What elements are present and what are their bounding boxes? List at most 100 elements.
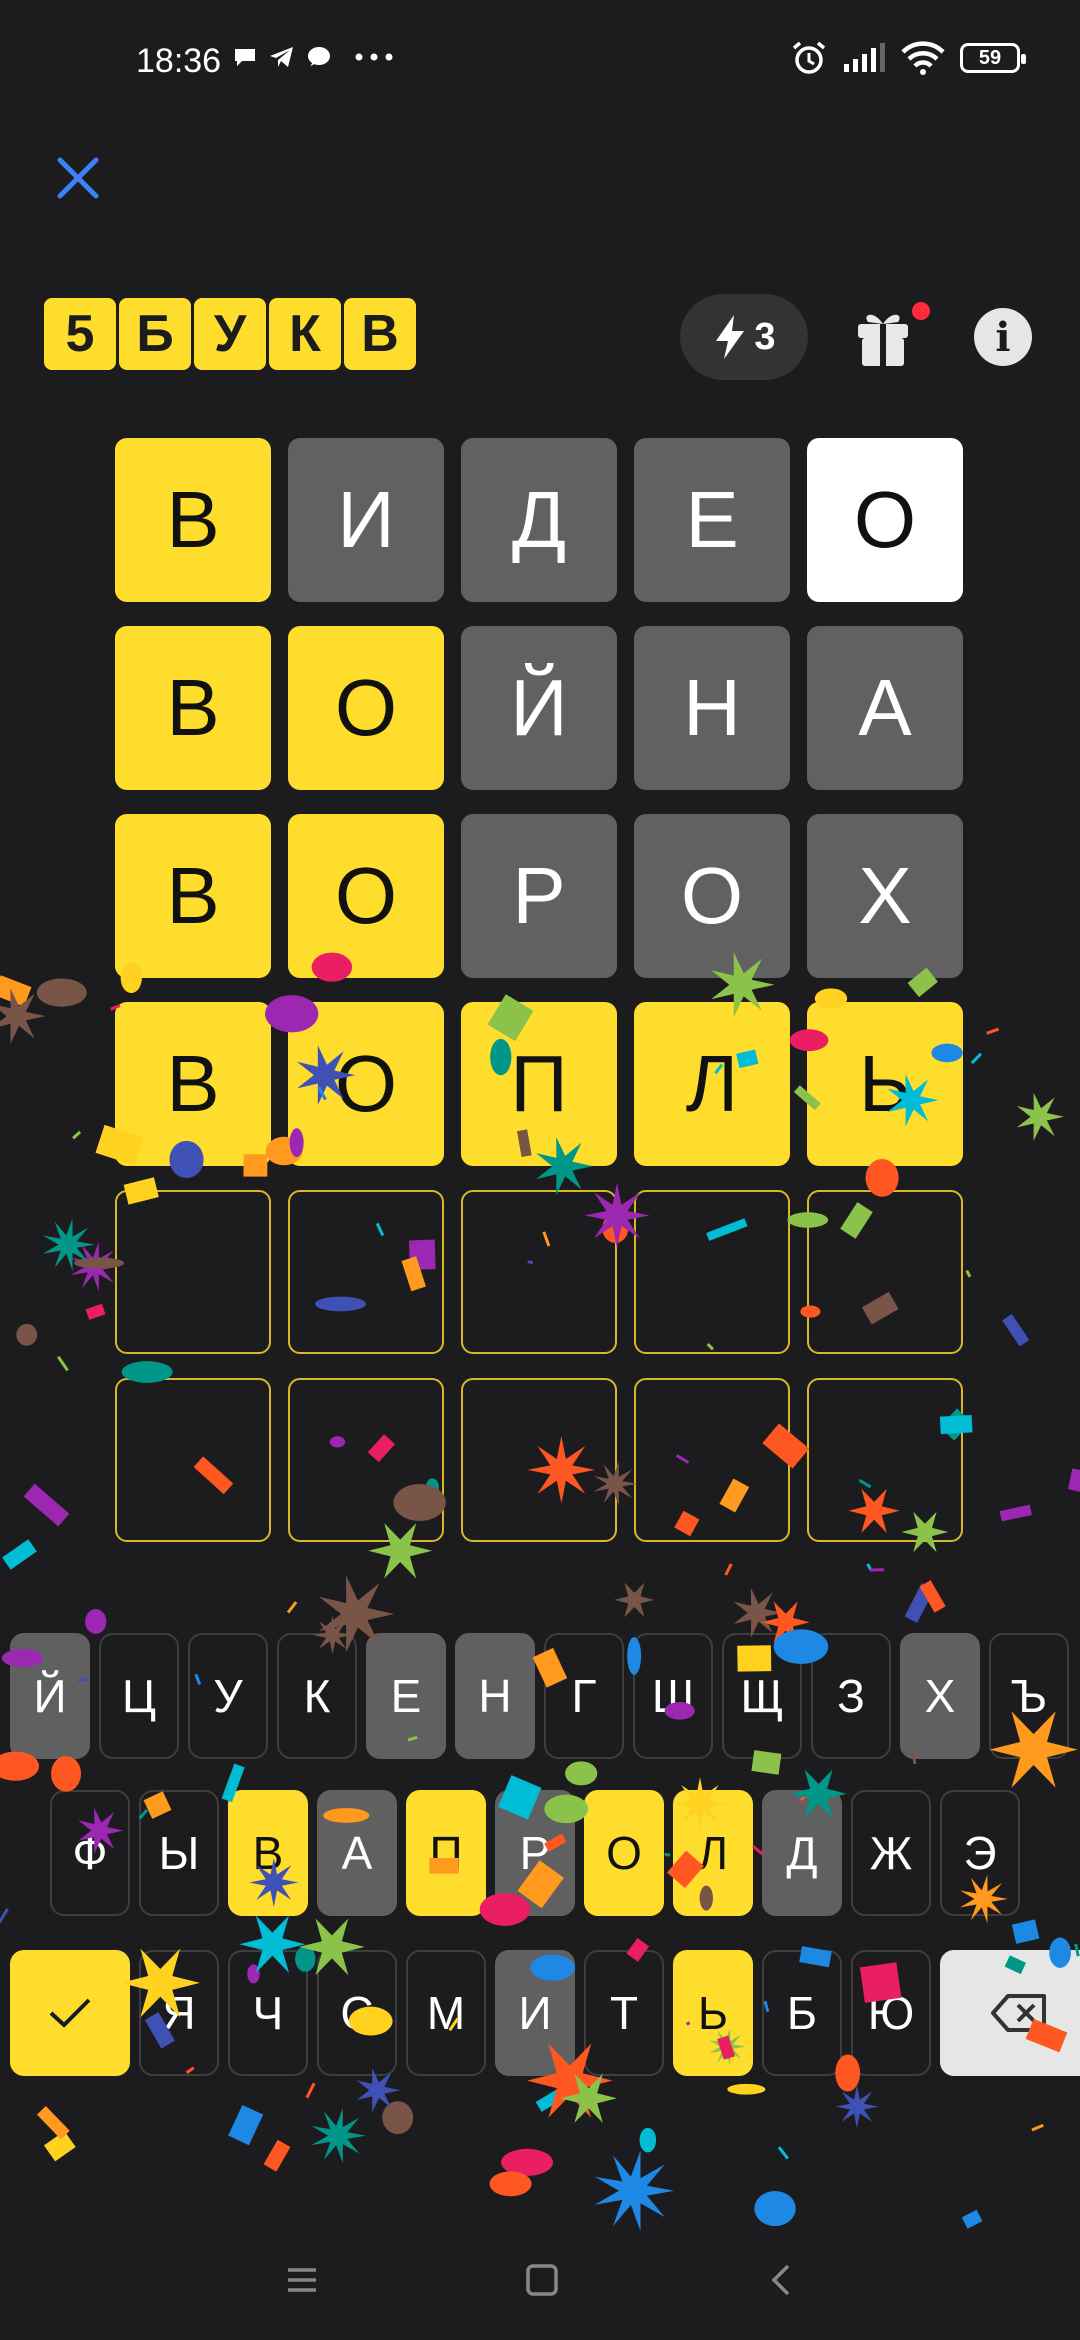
key-Ы[interactable]: Ы — [139, 1790, 219, 1916]
confetti-streamer — [305, 2082, 316, 2099]
key-З[interactable]: З — [811, 1633, 891, 1759]
confetti-streamer — [986, 1027, 1000, 1035]
key-Ш[interactable]: Ш — [633, 1633, 713, 1759]
back-icon[interactable] — [760, 2258, 804, 2302]
confetti-star — [1016, 1092, 1064, 1141]
confetti-piece — [43, 2130, 76, 2162]
confetti-streamer — [777, 2146, 789, 2160]
battery-level: 59 — [978, 46, 1002, 69]
key-Й[interactable]: Й — [10, 1633, 90, 1759]
more-dots-icon — [355, 53, 393, 61]
key-Э[interactable]: Э — [940, 1790, 1020, 1916]
board-row: ВОЙНА — [115, 626, 967, 790]
letter-tile: Д — [461, 438, 617, 602]
confetti-piece — [639, 2127, 657, 2153]
key-В[interactable]: В — [228, 1790, 308, 1916]
confetti-piece — [51, 1755, 82, 1792]
key-Ч[interactable]: Ч — [228, 1950, 308, 2076]
key-К[interactable]: К — [277, 1633, 357, 1759]
confetti-piece — [919, 1580, 946, 1613]
key-У[interactable]: У — [188, 1633, 268, 1759]
menu-icon[interactable] — [280, 2258, 324, 2302]
status-time: 18:36 — [136, 42, 222, 80]
confetti-streamer — [0, 1908, 9, 1924]
confetti-piece — [535, 2083, 574, 2112]
key-Л[interactable]: Л — [673, 1790, 753, 1916]
key-О[interactable]: О — [584, 1790, 664, 1916]
backspace-key[interactable] — [940, 1950, 1080, 2076]
letter-tile: Л — [634, 1002, 790, 1166]
chat-bubble-icon — [235, 49, 255, 66]
game-board: ВИДЕОВОЙНАВОРОХВОПЛЬ — [115, 438, 967, 1566]
confetti-star — [835, 2085, 879, 2129]
letter-tile: Х — [807, 814, 963, 978]
confetti-piece — [382, 2101, 414, 2135]
key-Г[interactable]: Г — [544, 1633, 624, 1759]
key-Я[interactable]: Я — [139, 1950, 219, 2076]
key-Р[interactable]: Р — [495, 1790, 575, 1916]
letter-tile: И — [288, 438, 444, 602]
key-Щ[interactable]: Щ — [722, 1633, 802, 1759]
letter-tile: О — [288, 626, 444, 790]
confetti-piece — [36, 2106, 70, 2140]
confetti-streamer — [1031, 2123, 1044, 2132]
letter-tile — [634, 1190, 790, 1354]
key-Ф[interactable]: Ф — [50, 1790, 130, 1916]
bolt-icon — [716, 315, 745, 359]
key-А[interactable]: А — [317, 1790, 397, 1916]
confetti-piece — [0, 975, 32, 1007]
close-icon[interactable] — [50, 150, 106, 206]
key-Б[interactable]: Б — [762, 1950, 842, 2076]
info-button[interactable]: i — [974, 308, 1032, 366]
letter-tile: О — [288, 1002, 444, 1166]
key-Ь[interactable]: Ь — [673, 1950, 753, 2076]
confetti-star — [614, 1582, 655, 1618]
logo-letter: К — [269, 298, 341, 370]
logo-letter: В — [344, 298, 416, 370]
notification-icons — [232, 44, 394, 70]
alarm-icon — [792, 41, 826, 74]
confetti-star — [311, 2107, 366, 2164]
hints-button[interactable]: 3 — [680, 294, 808, 380]
letter-tile — [634, 1378, 790, 1542]
board-row: ВОПЛЬ — [115, 1002, 967, 1166]
gift-icon[interactable] — [848, 300, 918, 370]
info-icon: i — [995, 313, 1011, 361]
confetti-piece — [501, 2148, 554, 2176]
wifi-icon — [901, 41, 945, 75]
confetti-piece — [228, 2104, 264, 2146]
key-Ж[interactable]: Ж — [851, 1790, 931, 1916]
key-И[interactable]: И — [495, 1950, 575, 2076]
key-М[interactable]: М — [406, 1950, 486, 2076]
key-Д[interactable]: Д — [762, 1790, 842, 1916]
backspace-icon — [991, 1994, 1046, 2032]
key-Ю[interactable]: Ю — [851, 1950, 931, 2076]
key-Е[interactable]: Е — [366, 1633, 446, 1759]
letter-tile: О — [634, 814, 790, 978]
confetti-piece — [489, 2171, 532, 2197]
key-Х[interactable]: Х — [900, 1633, 980, 1759]
key-С[interactable]: С — [317, 1950, 397, 2076]
key-Т[interactable]: Т — [584, 1950, 664, 2076]
confetti-streamer — [56, 1355, 69, 1372]
key-Н[interactable]: Н — [455, 1633, 535, 1759]
confetti-streamer — [286, 1601, 298, 1614]
confetti-streamer — [970, 1052, 983, 1065]
confetti-streamer — [72, 1130, 82, 1140]
letter-tile: Й — [461, 626, 617, 790]
board-row — [115, 1378, 967, 1542]
confetti-piece — [727, 2083, 766, 2095]
key-П[interactable]: П — [406, 1790, 486, 1916]
letter-tile: П — [461, 1002, 617, 1166]
enter-key[interactable] — [10, 1950, 130, 2076]
letter-tile — [461, 1190, 617, 1354]
home-icon[interactable] — [520, 2258, 564, 2302]
letter-tile: О — [288, 814, 444, 978]
key-Ц[interactable]: Ц — [99, 1633, 179, 1759]
confetti-piece — [1011, 1919, 1040, 1944]
system-icons: 59 — [790, 40, 1026, 76]
confetti-star — [0, 988, 46, 1044]
confetti-piece — [16, 1323, 38, 1346]
key-Ъ[interactable]: Ъ — [989, 1633, 1069, 1759]
letter-tile: А — [807, 626, 963, 790]
